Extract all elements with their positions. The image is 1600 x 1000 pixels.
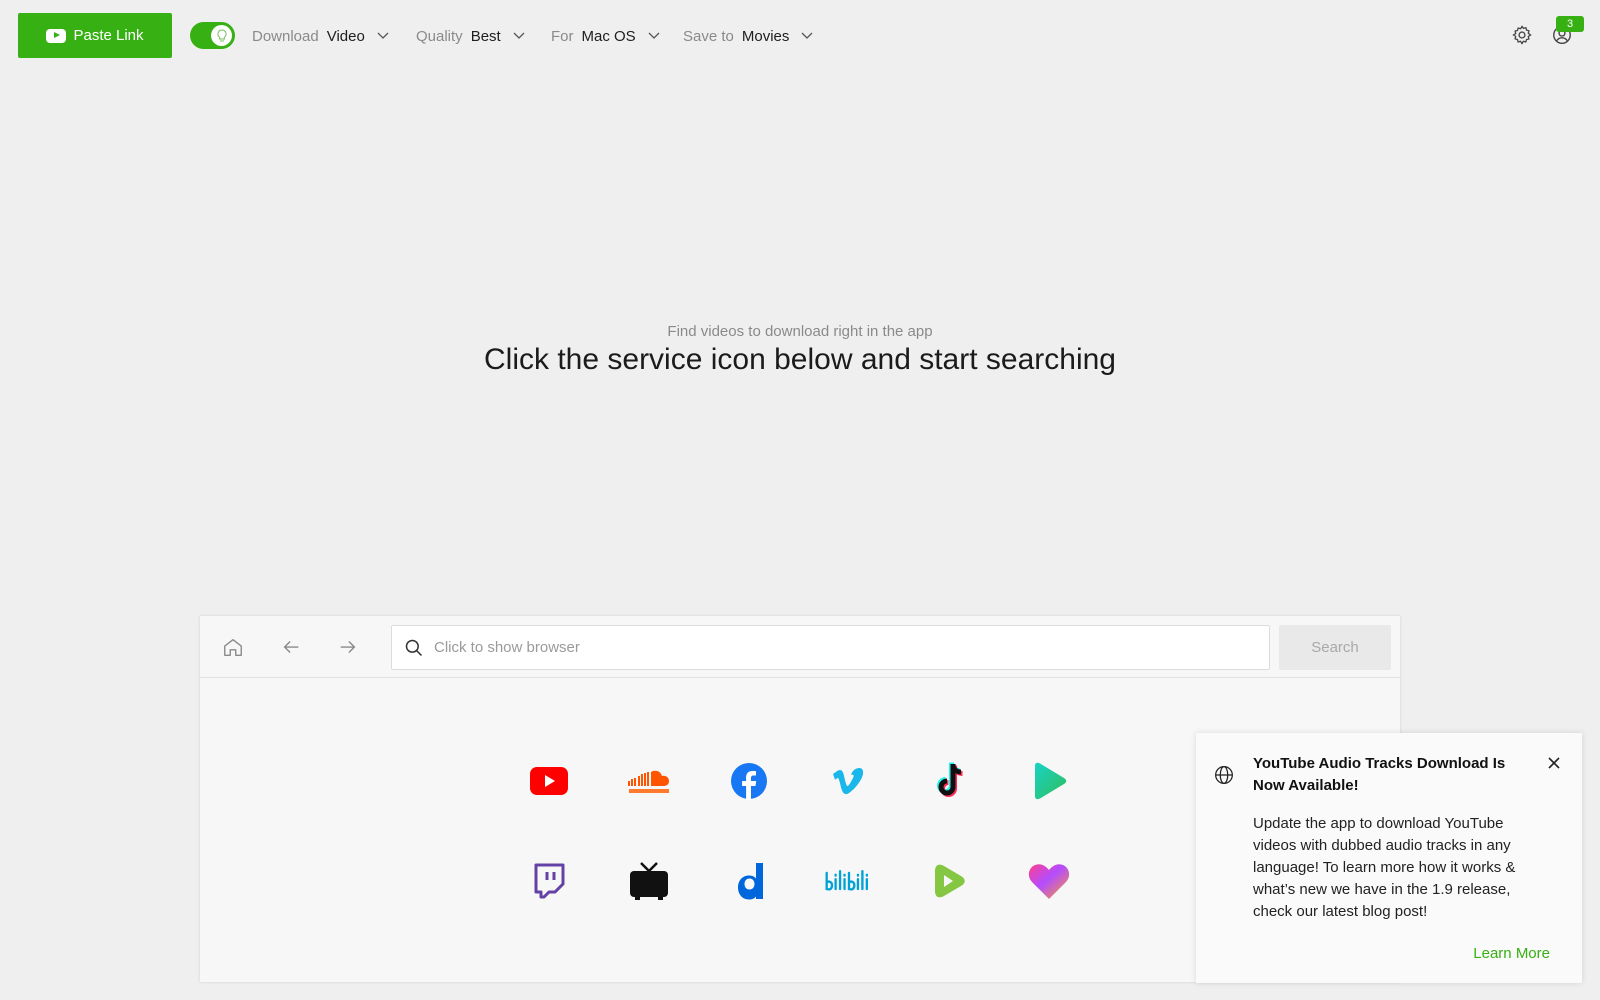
chevron-down-icon bbox=[377, 32, 389, 39]
learn-more-link[interactable]: Learn More bbox=[1473, 945, 1550, 962]
home-icon[interactable] bbox=[222, 636, 244, 658]
forward-arrow-icon[interactable] bbox=[337, 636, 359, 658]
bilibili-icon[interactable] bbox=[824, 856, 874, 906]
quality-value: Best bbox=[470, 27, 501, 45]
search-icon bbox=[405, 639, 423, 656]
close-icon[interactable] bbox=[1546, 755, 1562, 771]
search-button[interactable]: Search bbox=[1279, 625, 1391, 670]
paste-link-button[interactable]: Paste Link bbox=[18, 13, 172, 58]
gear-icon[interactable] bbox=[1511, 24, 1533, 46]
notification-body: Update the app to download YouTube video… bbox=[1253, 815, 1516, 920]
back-arrow-icon[interactable] bbox=[280, 636, 302, 658]
app-window: Paste Link Download Video Quality Best F… bbox=[0, 0, 1600, 1000]
twitch-icon[interactable] bbox=[524, 856, 574, 906]
download-label: Download bbox=[252, 27, 319, 45]
dailymotion-icon[interactable] bbox=[724, 856, 774, 906]
save-to-value: Movies bbox=[741, 27, 790, 45]
rumble-icon[interactable] bbox=[924, 856, 974, 906]
vimeo-icon[interactable] bbox=[824, 756, 874, 806]
browser-search-input[interactable] bbox=[434, 639, 1269, 656]
platform-value: Mac OS bbox=[581, 27, 636, 45]
chevron-down-icon bbox=[513, 32, 525, 39]
youtube-icon[interactable] bbox=[524, 756, 574, 806]
soundcloud-icon[interactable] bbox=[624, 756, 674, 806]
smart-mode-toggle[interactable] bbox=[190, 22, 235, 49]
globe-icon bbox=[1215, 766, 1233, 784]
tv-icon[interactable] bbox=[624, 856, 674, 906]
facebook-icon[interactable] bbox=[724, 756, 774, 806]
search-hint: Find videos to download right in the app bbox=[667, 323, 933, 340]
quality-label: Quality bbox=[416, 27, 463, 45]
platform-label: For bbox=[551, 27, 574, 45]
page-headline: Click the service icon below and start s… bbox=[484, 343, 1116, 376]
chevron-down-icon bbox=[648, 32, 660, 39]
update-notification: YouTube Audio Tracks Download Is Now Ava… bbox=[1196, 733, 1582, 983]
likee-heart-icon[interactable] bbox=[1024, 856, 1074, 906]
platform-dropdown[interactable]: For Mac OS bbox=[551, 24, 660, 48]
youtube-play-icon bbox=[46, 28, 67, 43]
notification-count-badge: 3 bbox=[1556, 16, 1584, 32]
paste-link-label: Paste Link bbox=[73, 27, 144, 44]
browser-search-box[interactable] bbox=[391, 625, 1270, 670]
quality-dropdown[interactable]: Quality Best bbox=[416, 24, 525, 48]
notification-title: YouTube Audio Tracks Download Is Now Ava… bbox=[1253, 755, 1506, 794]
download-type-dropdown[interactable]: Download Video bbox=[252, 24, 389, 48]
lightbulb-icon bbox=[211, 25, 232, 46]
top-toolbar: Paste Link Download Video Quality Best F… bbox=[0, 0, 1600, 72]
download-value: Video bbox=[326, 27, 365, 45]
chevron-down-icon bbox=[801, 32, 813, 39]
dailymotion-play-icon[interactable] bbox=[1024, 756, 1074, 806]
save-to-dropdown[interactable]: Save to Movies bbox=[683, 24, 813, 48]
save-to-label: Save to bbox=[683, 27, 734, 45]
browser-toolbar: Search bbox=[200, 616, 1400, 678]
tiktok-icon[interactable] bbox=[924, 756, 974, 806]
